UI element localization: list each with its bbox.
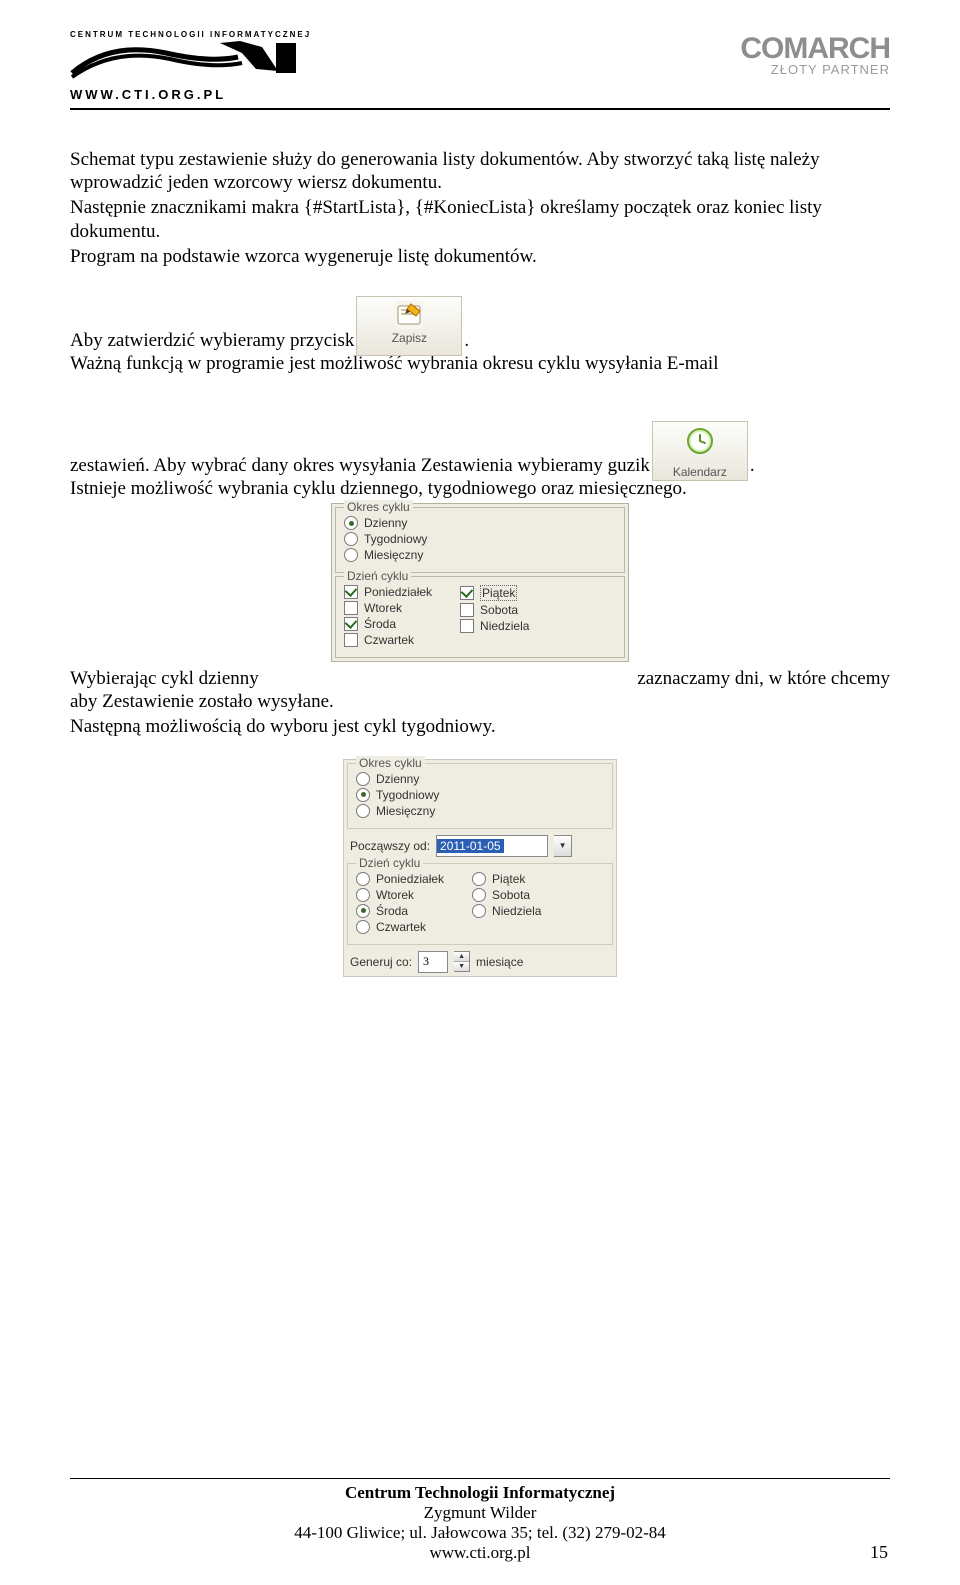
radio-miesieczny-2[interactable]: Miesięczny: [356, 804, 604, 818]
checkbox-icon: [344, 633, 358, 647]
radio-tygodniowy[interactable]: Tygodniowy: [344, 532, 616, 546]
radio-icon: [472, 904, 486, 918]
spin-down-icon: ▼: [454, 962, 469, 971]
row-generuj: Generuj co: ▲▼ miesiące: [344, 948, 616, 976]
radio-icon: [344, 548, 358, 562]
logo-url: WWW.CTI.ORG.PL: [70, 87, 330, 102]
check-sob[interactable]: Sobota: [460, 603, 529, 617]
check-nd[interactable]: Niedziela: [460, 619, 529, 633]
check-pon[interactable]: Poniedziałek: [344, 585, 432, 599]
footer-title: Centrum Technologii Informatycznej: [345, 1483, 615, 1502]
legend-dzien-2: Dzień cyklu: [356, 856, 423, 870]
radio-icon: [356, 772, 370, 786]
footer-name: Zygmunt Wilder: [0, 1503, 960, 1523]
group-okres-cyklu-2: Okres cyklu Dzienny Tygodniowy Miesięczn…: [347, 763, 613, 829]
zapisz-label: Zapisz: [392, 331, 427, 345]
radio-icon: [472, 888, 486, 902]
group-dzien-cyklu-2: Dzień cyklu Poniedziałek Wtorek Środa Cz…: [347, 863, 613, 945]
paragraph-1: Schemat typu zestawienie służy do genero…: [70, 148, 890, 194]
radio-sr-2[interactable]: Środa: [356, 904, 444, 918]
paragraph-9: Następną możliwością do wyboru jest cykl…: [70, 715, 890, 738]
spin-up-icon: ▲: [454, 952, 469, 962]
legend-okres: Okres cyklu: [344, 500, 413, 514]
page-header: CENTRUM TECHNOLOGII INFORMATYCZNEJ WWW.C…: [70, 30, 890, 102]
cti-logo-graphic: [70, 39, 330, 89]
check-pt[interactable]: Piątek: [460, 585, 529, 601]
radio-dzienny[interactable]: Dzienny: [344, 516, 616, 530]
p8-post: zaznaczamy dni, w które chcemy: [637, 668, 890, 690]
legend-okres-2: Okres cyklu: [356, 756, 425, 770]
radio-dzienny-2[interactable]: Dzienny: [356, 772, 604, 786]
zapisz-button[interactable]: Zapisz: [356, 296, 462, 356]
label-poczawszy: Począwszy od:: [350, 839, 430, 853]
text-after-zapisz: .: [464, 330, 469, 352]
group-okres-cyklu: Okres cyklu Dzienny Tygodniowy Miesięczn…: [335, 507, 625, 573]
page-number: 15: [870, 1542, 888, 1563]
logo-comarch: COMARCH ZŁOTY PARTNER: [740, 32, 890, 77]
group-dzien-cyklu: Dzień cyklu Poniedziałek Wtorek Środa Cz…: [335, 576, 625, 658]
radio-icon: [356, 788, 370, 802]
footer-address: 44-100 Gliwice; ul. Jałowcowa 35; tel. (…: [0, 1523, 960, 1543]
check-sr[interactable]: Środa: [344, 617, 432, 631]
gen-input[interactable]: [418, 951, 448, 973]
footer-rule: [70, 1478, 890, 1479]
row-zapisz: Aby zatwierdzić wybieramy przycisk Zapis…: [70, 292, 890, 352]
p8-pre: Wybierając cykl dzienny: [70, 668, 259, 690]
radio-icon: [356, 888, 370, 902]
radio-sob-2[interactable]: Sobota: [472, 888, 541, 902]
paragraph-3: Program na podstawie wzorca wygeneruje l…: [70, 245, 890, 268]
radio-icon: [344, 532, 358, 546]
radio-icon: [356, 804, 370, 818]
paragraph-2: Następnie znacznikami makra {#StartLista…: [70, 196, 890, 242]
radio-icon: [356, 872, 370, 886]
radio-tygodniowy-2[interactable]: Tygodniowy: [356, 788, 604, 802]
checkbox-icon: [460, 586, 474, 600]
radio-pt-2[interactable]: Piątek: [472, 872, 541, 886]
tagline: CENTRUM TECHNOLOGII INFORMATYCZNEJ: [70, 30, 330, 39]
check-wt[interactable]: Wtorek: [344, 601, 432, 615]
radio-icon: [344, 516, 358, 530]
paragraph-7: Istnieje możliwość wybrania cyklu dzienn…: [70, 477, 890, 500]
checkbox-icon: [460, 603, 474, 617]
checkbox-icon: [344, 617, 358, 631]
logo-cti: CENTRUM TECHNOLOGII INFORMATYCZNEJ WWW.C…: [70, 30, 330, 102]
text-after-kalendarz: .: [750, 455, 755, 477]
cycle-dialog-daily: Okres cyklu Dzienny Tygodniowy Miesięczn…: [331, 503, 629, 662]
kalendarz-label: Kalendarz: [673, 465, 727, 479]
cycle-dialog-weekly: Okres cyklu Dzienny Tygodniowy Miesięczn…: [343, 759, 617, 977]
label-miesiace: miesiące: [476, 955, 523, 969]
p8-line2: aby Zestawienie zostało wysyłane.: [70, 690, 890, 713]
radio-czw-2[interactable]: Czwartek: [356, 920, 444, 934]
legend-dzien: Dzień cyklu: [344, 569, 411, 583]
checkbox-icon: [344, 601, 358, 615]
radio-icon: [356, 904, 370, 918]
page-footer: Centrum Technologii Informatycznej Zygmu…: [0, 1478, 960, 1563]
gen-spinner[interactable]: ▲▼: [454, 951, 470, 972]
partner-brand: COMARCH: [740, 32, 890, 66]
radio-miesieczny[interactable]: Miesięczny: [344, 548, 616, 562]
radio-wt-2[interactable]: Wtorek: [356, 888, 444, 902]
row-p8: Wybierając cykl dzienny zaznaczamy dni, …: [70, 668, 890, 690]
row-kalendarz: zestawień. Aby wybrać dany okres wysyłan…: [70, 417, 890, 477]
text-before-kalendarz: zestawień. Aby wybrać dany okres wysyłan…: [70, 455, 650, 477]
check-czw[interactable]: Czwartek: [344, 633, 432, 647]
calendar-icon: [685, 426, 715, 462]
label-generuj: Generuj co:: [350, 955, 412, 969]
checkbox-icon: [460, 619, 474, 633]
checkbox-icon: [344, 585, 358, 599]
radio-nd-2[interactable]: Niedziela: [472, 904, 541, 918]
radio-icon: [472, 872, 486, 886]
gen-value[interactable]: [419, 954, 447, 969]
radio-pon-2[interactable]: Poniedziałek: [356, 872, 444, 886]
text-before-zapisz: Aby zatwierdzić wybieramy przycisk: [70, 330, 354, 352]
save-icon: [395, 301, 423, 329]
date-value: 2011-01-05: [437, 839, 504, 853]
date-input[interactable]: 2011-01-05: [436, 835, 548, 857]
footer-url: www.cti.org.pl: [0, 1543, 960, 1563]
date-dropdown-button[interactable]: ▼: [554, 835, 572, 857]
header-rule: [70, 108, 890, 110]
radio-icon: [356, 920, 370, 934]
kalendarz-button[interactable]: Kalendarz: [652, 421, 748, 481]
paragraph-5: Ważną funkcją w programie jest możliwość…: [70, 352, 890, 375]
